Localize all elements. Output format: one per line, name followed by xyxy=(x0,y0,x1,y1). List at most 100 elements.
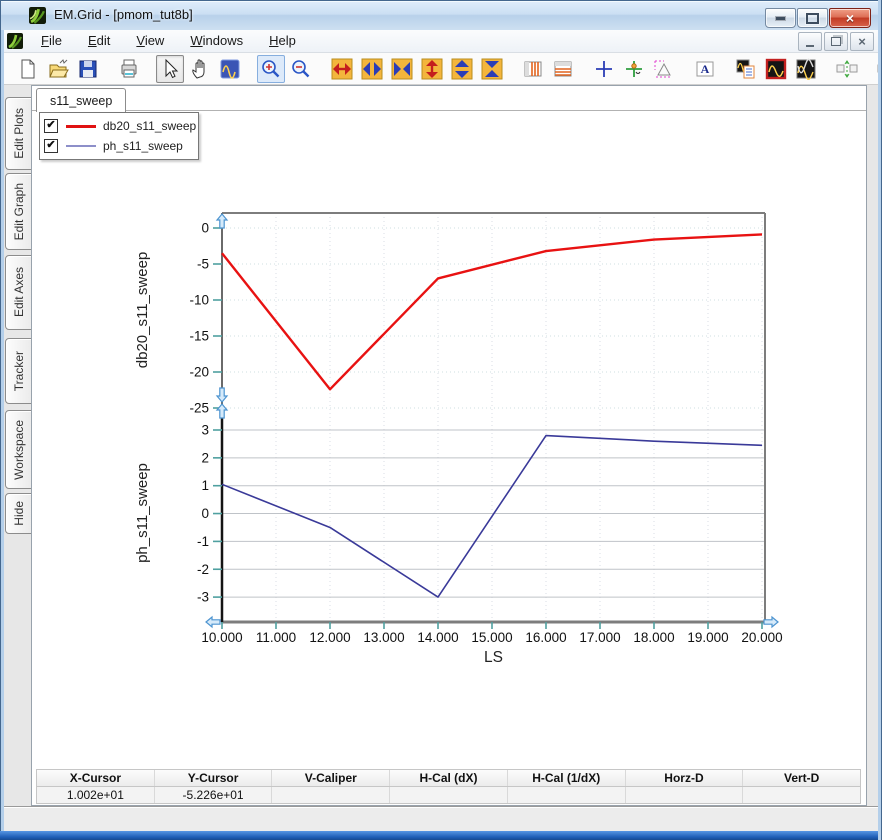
close-button[interactable]: × xyxy=(829,8,871,28)
sidebar-tab-tracker[interactable]: Tracker xyxy=(5,338,32,404)
app-window: EM.Grid - [pmom_tut8b] × FileEditViewWin… xyxy=(0,0,882,840)
axis-pan-arrow-right[interactable] xyxy=(764,617,778,627)
svg-text:-1: -1 xyxy=(197,534,209,549)
svg-text:15.000: 15.000 xyxy=(471,630,512,645)
zoom-in-button[interactable] xyxy=(257,55,285,83)
menu-windows[interactable]: Windows xyxy=(177,30,256,52)
cursor-table: X-CursorY-CursorV-CaliperH-Cal (dX)H-Cal… xyxy=(36,769,861,804)
plot-properties-icon xyxy=(219,58,241,80)
shrink-x-button[interactable] xyxy=(388,55,416,83)
axis-pan-arrow-left[interactable] xyxy=(206,617,220,627)
svg-text:10.000: 10.000 xyxy=(201,630,242,645)
active-plot-button[interactable] xyxy=(762,55,790,83)
expand-x-button[interactable] xyxy=(358,55,386,83)
legend-checkbox[interactable]: ✔ xyxy=(44,139,58,153)
select-arrow-button[interactable] xyxy=(156,55,184,83)
tracker-button[interactable] xyxy=(620,55,648,83)
menu-view[interactable]: View xyxy=(123,30,177,52)
minimize-button[interactable] xyxy=(765,8,796,28)
expand-y-button[interactable] xyxy=(448,55,476,83)
sidebar-tab-edit-plots[interactable]: Edit Plots xyxy=(5,97,32,170)
sidebar-tab-label: Edit Graph xyxy=(12,183,26,240)
window-title: EM.Grid - [pmom_tut8b] xyxy=(54,7,193,22)
chart[interactable]: 0-5-10-15-20-253210-1-2-310.00011.00012.… xyxy=(135,190,825,670)
stretch-y-button[interactable] xyxy=(418,55,446,83)
caliper-button[interactable] xyxy=(650,55,678,83)
zoom-out-button[interactable] xyxy=(287,55,315,83)
svg-text:2: 2 xyxy=(201,450,209,465)
vertical-markers-button[interactable] xyxy=(519,55,547,83)
svg-text:-20: -20 xyxy=(189,365,209,380)
cursor-table-header: Horz-D xyxy=(626,770,744,786)
cursor-table-value xyxy=(743,787,860,803)
cursor-table-value: 1.002e+01 xyxy=(37,787,155,803)
horizontal-markers-button[interactable] xyxy=(549,55,577,83)
restore-button[interactable] xyxy=(797,8,828,28)
tab-s11-sweep[interactable]: s11_sweep xyxy=(36,88,126,112)
mdi-restore-icon xyxy=(831,37,841,46)
shrink-x-icon xyxy=(391,58,413,80)
legend-items: ✔db20_s11_sweep✔ph_s11_sweep xyxy=(44,116,194,156)
cursor-table-headers: X-CursorY-CursorV-CaliperH-Cal (dX)H-Cal… xyxy=(37,770,860,787)
text-annotation-button[interactable]: A xyxy=(691,55,719,83)
plot-report-icon xyxy=(735,58,757,80)
link-vertical-button[interactable] xyxy=(833,55,861,83)
svg-text:0: 0 xyxy=(201,221,209,236)
tracker-icon xyxy=(623,58,645,80)
sidebar-tab-workspace[interactable]: Workspace xyxy=(5,410,32,489)
app-logo-icon xyxy=(29,7,46,24)
toolbar: ALayout xyxy=(4,53,878,85)
sidebar-tab-label: Tracker xyxy=(12,351,26,391)
svg-text:-10: -10 xyxy=(189,293,209,308)
axis-pan-arrow-up[interactable] xyxy=(217,214,227,228)
minimize-icon xyxy=(775,16,786,21)
stretch-x-button[interactable] xyxy=(328,55,356,83)
sidebar-tab-label: Hide xyxy=(12,501,26,526)
window-border-right xyxy=(878,0,882,840)
stretch-x-icon xyxy=(331,58,353,80)
svg-text:19.000: 19.000 xyxy=(687,630,728,645)
svg-text:-2: -2 xyxy=(197,562,209,577)
x-axis-label: LS xyxy=(484,649,503,666)
svg-text:-3: -3 xyxy=(197,590,209,605)
plot-properties-button[interactable] xyxy=(216,55,244,83)
horizontal-markers-icon xyxy=(552,58,574,80)
link-vertical-icon xyxy=(836,58,858,80)
shrink-y-button[interactable] xyxy=(478,55,506,83)
menu-help[interactable]: Help xyxy=(256,30,309,52)
save-file-button[interactable] xyxy=(74,55,102,83)
y-axis-label-bottom: ph_s11_sweep xyxy=(135,463,151,563)
pan-hand-icon xyxy=(189,58,211,80)
open-file-button[interactable] xyxy=(44,55,72,83)
crosshair-button[interactable] xyxy=(590,55,618,83)
stretch-y-icon xyxy=(421,58,443,80)
sidebar-tab-edit-axes[interactable]: Edit Axes xyxy=(5,255,32,330)
mdi-close-button[interactable]: × xyxy=(850,32,874,51)
menu-items: FileEditViewWindowsHelp xyxy=(28,30,309,52)
legend-checkbox[interactable]: ✔ xyxy=(44,119,58,133)
svg-text:-25: -25 xyxy=(189,401,209,416)
plot-report-button[interactable] xyxy=(732,55,760,83)
axis-pan-arrow-up[interactable] xyxy=(217,404,227,418)
svg-text:17.000: 17.000 xyxy=(579,630,620,645)
new-document-icon xyxy=(17,58,39,80)
overlay-plots-button[interactable] xyxy=(792,55,820,83)
print-button[interactable] xyxy=(115,55,143,83)
legend-item: ✔db20_s11_sweep xyxy=(44,116,194,136)
menu-file[interactable]: File xyxy=(28,30,75,52)
vertical-markers-icon xyxy=(522,58,544,80)
pan-hand-button[interactable] xyxy=(186,55,214,83)
svg-text:13.000: 13.000 xyxy=(363,630,404,645)
svg-text:16.000: 16.000 xyxy=(525,630,566,645)
legend-line-sample xyxy=(66,145,96,147)
mdi-minimize-button[interactable] xyxy=(798,32,822,51)
sidebar-tab-edit-graph[interactable]: Edit Graph xyxy=(5,173,32,250)
axis-pan-arrow-down[interactable] xyxy=(217,388,227,402)
svg-text:A: A xyxy=(701,62,710,76)
cursor-table-header: Y-Cursor xyxy=(155,770,273,786)
svg-text:3: 3 xyxy=(201,423,209,438)
sidebar-tab-hide[interactable]: Hide xyxy=(5,493,32,534)
menu-edit[interactable]: Edit xyxy=(75,30,123,52)
mdi-restore-button[interactable] xyxy=(824,32,848,51)
new-document-button[interactable] xyxy=(14,55,42,83)
